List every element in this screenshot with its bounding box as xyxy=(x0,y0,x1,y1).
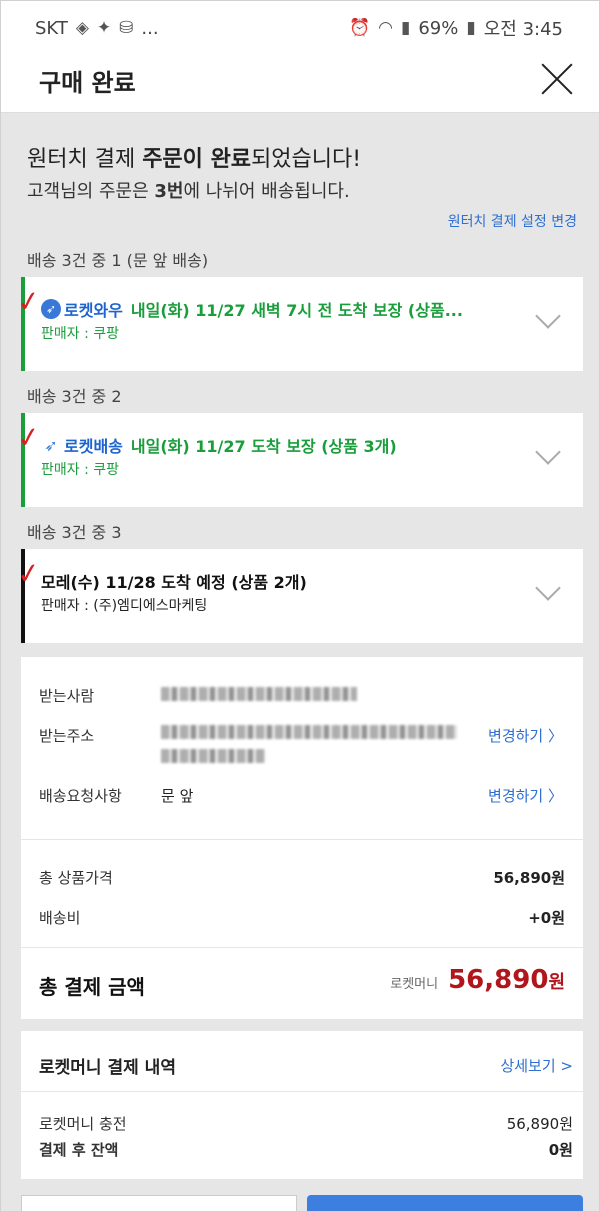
rocket-wow-badge: ➶ 로켓와우 xyxy=(41,297,123,321)
battery-percent: 69% xyxy=(418,17,459,39)
payment-method: 로켓머니 xyxy=(390,977,439,992)
seller-label: 판매자 : 쿠팡 xyxy=(41,326,120,342)
balance-after-label: 결제 후 잔액 xyxy=(39,1141,119,1159)
address-value-blurred xyxy=(161,725,457,743)
pill-icon: ◈ xyxy=(75,18,89,38)
shipment-card[interactable]: ✓ 모레(수) 11/28 도착 예정 (상품 2개) 판매자 : (주)엠디에… xyxy=(15,549,583,643)
secondary-action-button[interactable] xyxy=(21,1195,297,1211)
change-address-link[interactable]: 변경하기 〉 xyxy=(488,725,563,746)
more-notifications: ... xyxy=(141,17,159,39)
close-icon[interactable] xyxy=(539,61,575,97)
shipment-card[interactable]: ✓ ➶ 로켓배송 내일(화) 11/27 도착 보장 (상품 3개) 판매자 :… xyxy=(15,413,583,507)
order-complete-title-bold: 주문이 완료 xyxy=(142,147,252,172)
shipment-group-label: 배송 3건 중 2 xyxy=(27,387,122,406)
status-bar: SKT ◈ ✦ ⛁ ... ⏰ ◠ ▮ 69% ▮ 오전 3:45 xyxy=(1,1,599,55)
onetouch-settings-link[interactable]: 원터치 결제 설정 변경 xyxy=(448,211,577,231)
battery-icon: ▮ xyxy=(466,18,476,38)
delivery-info-card: 받는사람 받는주소 변경하기 〉 배송요청사항 문 앞 변경하기 〉 총 상품가… xyxy=(21,657,583,1019)
wifi-icon: ◠ xyxy=(378,18,393,38)
rocket-money-card: 로켓머니 결제 내역 상세보기 > 로켓머니 충전 56,890원 결제 후 잔… xyxy=(21,1031,583,1179)
badge-label: 로켓와우 xyxy=(64,301,123,320)
shipment-group-label: 배송 3건 중 1 (문 앞 배송) xyxy=(27,251,209,270)
divider xyxy=(21,839,583,840)
items-price-label: 총 상품가격 xyxy=(39,869,113,887)
total-payment: 로켓머니 56,890원 xyxy=(390,965,565,995)
delivery-eta: 내일(화) 11/27 새벽 7시 전 도착 보장 (상품... xyxy=(130,301,463,320)
rocket-money-charge-label: 로켓머니 충전 xyxy=(39,1115,127,1133)
delivery-request-value: 문 앞 xyxy=(161,787,194,805)
screen: SKT ◈ ✦ ⛁ ... ⏰ ◠ ▮ 69% ▮ 오전 3:45 구매 완료 … xyxy=(0,0,600,1212)
main-content: 원터치 결제 주문이 완료되었습니다! 고객님의 주문은 3번에 나뉘어 배송됩… xyxy=(11,113,591,1211)
change-request-link[interactable]: 변경하기 〉 xyxy=(488,785,563,806)
checkmark-icon: ✓ xyxy=(14,419,43,456)
recipient-label: 받는사람 xyxy=(39,687,95,705)
page-title: 구매 완료 xyxy=(39,69,136,97)
chevron-down-icon[interactable] xyxy=(535,303,561,329)
rocket-icon: ➶ xyxy=(41,299,61,319)
chevron-down-icon[interactable] xyxy=(535,575,561,601)
delivery-eta: 내일(화) 11/27 도착 보장 (상품 3개) xyxy=(130,437,397,456)
seller-label: 판매자 : 쿠팡 xyxy=(41,462,120,478)
seller-label: 판매자 : (주)엠디에스마케팅 xyxy=(41,598,208,614)
shipment-card[interactable]: ✓ ➶ 로켓와우 내일(화) 11/27 새벽 7시 전 도착 보장 (상품..… xyxy=(15,277,583,371)
shipping-fee-value: +0원 xyxy=(528,909,565,927)
chevron-down-icon[interactable] xyxy=(535,439,561,465)
total-amount: 56,890 xyxy=(448,965,549,995)
total-payment-label: 총 결제 금액 xyxy=(39,975,145,999)
rocket-money-title: 로켓머니 결제 내역 xyxy=(39,1058,176,1078)
badge-label: 로켓배송 xyxy=(64,437,123,456)
primary-action-button[interactable] xyxy=(307,1195,583,1211)
order-split-notice: 고객님의 주문은 3번에 나뉘어 배송됩니다. xyxy=(27,177,350,203)
address-value-blurred xyxy=(161,749,265,767)
rocket-delivery-badge: ➶ 로켓배송 xyxy=(41,433,123,457)
order-split-count: 3번 xyxy=(154,181,184,202)
balance-after-value: 0원 xyxy=(548,1141,573,1159)
db-icon: ⛁ xyxy=(119,18,134,38)
order-complete-title-part: 원터치 결제 xyxy=(27,147,143,172)
order-complete-title-part: 되었습니다! xyxy=(251,147,362,172)
recipient-value-blurred xyxy=(161,687,357,705)
divider xyxy=(21,1091,583,1092)
twitter-icon: ✦ xyxy=(96,18,112,38)
order-split-notice-part: 에 나뉘어 배송됩니다. xyxy=(183,181,350,202)
address-label: 받는주소 xyxy=(39,727,95,745)
rocket-money-charge-value: 56,890원 xyxy=(506,1115,573,1133)
total-unit: 원 xyxy=(548,972,565,993)
delivery-request-label: 배송요청사항 xyxy=(39,787,122,805)
rocket-money-detail-link[interactable]: 상세보기 > xyxy=(500,1055,573,1076)
order-complete-title: 원터치 결제 주문이 완료되었습니다! xyxy=(27,141,361,173)
shipping-fee-label: 배송비 xyxy=(39,909,81,927)
checkmark-icon: ✓ xyxy=(14,283,43,320)
carrier-label: SKT xyxy=(35,17,68,39)
checkmark-icon: ✓ xyxy=(14,555,43,592)
title-bar: 구매 완료 xyxy=(1,55,599,113)
delivery-eta: 모레(수) 11/28 도착 예정 (상품 2개) xyxy=(41,573,307,592)
divider xyxy=(21,947,583,948)
rocket-icon: ➶ xyxy=(44,435,58,455)
items-price-value: 56,890원 xyxy=(493,869,565,887)
clock: 오전 3:45 xyxy=(483,19,563,40)
alarm-icon: ⏰ xyxy=(348,18,371,38)
signal-icon: ▮ xyxy=(401,18,411,38)
order-split-notice-part: 고객님의 주문은 xyxy=(27,181,155,202)
shipment-group-label: 배송 3건 중 3 xyxy=(27,523,122,542)
